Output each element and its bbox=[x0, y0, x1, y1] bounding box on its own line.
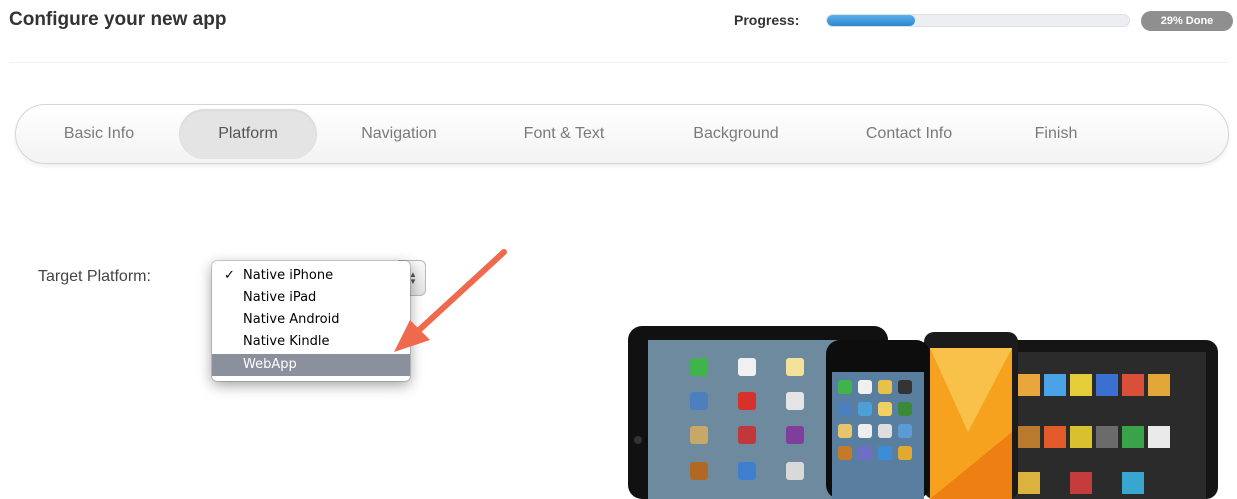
device-mockups-image bbox=[628, 326, 1218, 499]
progress-bar bbox=[826, 14, 1130, 27]
tab-contact-info[interactable]: Contact Info bbox=[831, 109, 987, 159]
progress-label: Progress: bbox=[734, 12, 800, 28]
page-title: Configure your new app bbox=[9, 9, 227, 30]
annotation-arrow-icon bbox=[394, 249, 507, 352]
tab-navigation[interactable]: Navigation bbox=[326, 109, 472, 159]
option-label: Native Android bbox=[243, 312, 340, 327]
target-platform-label: Target Platform: bbox=[38, 268, 151, 285]
option-label: Native iPhone bbox=[243, 268, 334, 283]
option-label: Native Kindle bbox=[243, 334, 330, 349]
tab-finish[interactable]: Finish bbox=[1006, 109, 1106, 159]
tab-background[interactable]: Background bbox=[656, 109, 816, 159]
checkmark-icon: ✓ bbox=[224, 268, 235, 283]
wizard-tabs: Basic Info Platform Navigation Font & Te… bbox=[15, 104, 1229, 164]
header-divider bbox=[9, 62, 1228, 63]
option-label: Native iPad bbox=[243, 290, 317, 305]
option-label: WebApp bbox=[243, 357, 297, 372]
progress-bar-fill bbox=[827, 15, 915, 26]
tab-platform[interactable]: Platform bbox=[179, 109, 317, 159]
tab-font-text[interactable]: Font & Text bbox=[486, 109, 642, 159]
tab-basic-info[interactable]: Basic Info bbox=[21, 109, 177, 159]
progress-badge: 29% Done bbox=[1141, 11, 1233, 31]
